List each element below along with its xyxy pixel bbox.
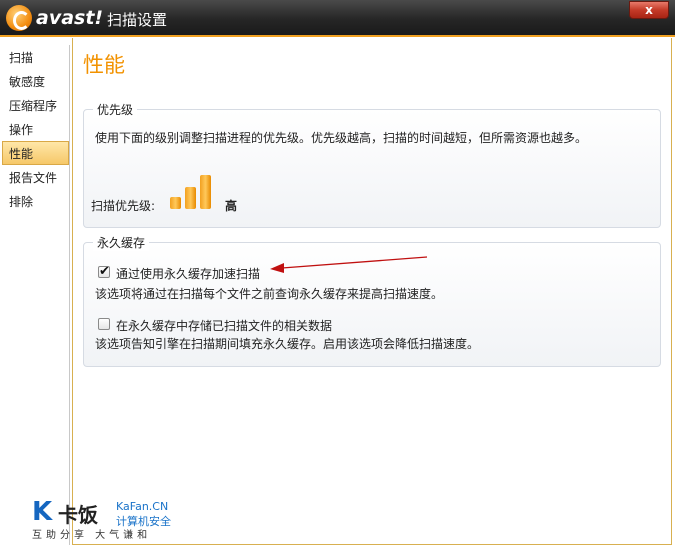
- watermark-brand-cn: 卡饭: [58, 503, 98, 527]
- annotation-arrow-line: [281, 256, 428, 269]
- kafan-logo-icon: K: [32, 497, 53, 527]
- kafan-watermark: K 卡饭 KaFan.CN 计算机安全 互助分享 大气谦和: [32, 497, 182, 542]
- watermark-slogan: 互助分享 大气谦和: [32, 530, 152, 541]
- annotation-arrow-head: [270, 263, 284, 273]
- annotation-arrow: [270, 256, 428, 273]
- watermark-brand-en: KaFan.CN: [116, 500, 169, 513]
